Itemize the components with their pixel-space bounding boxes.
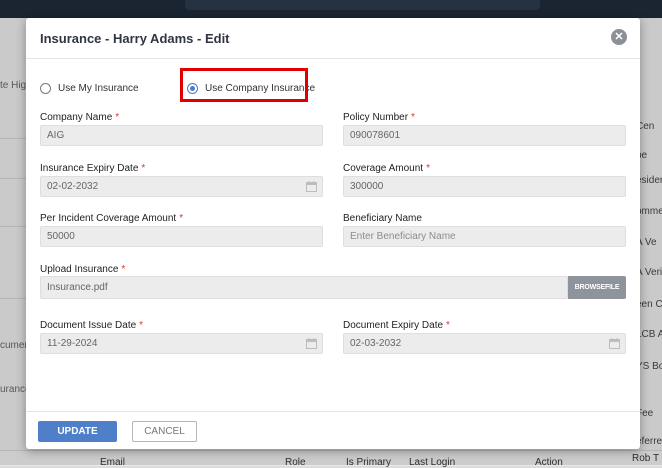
beneficiary-input[interactable]: Enter Beneficiary Name: [343, 226, 626, 247]
policy-number-label: Policy Number *: [343, 112, 415, 123]
radio-use-my-insurance[interactable]: Use My Insurance: [40, 80, 139, 96]
coverage-amount-label: Coverage Amount *: [343, 163, 430, 174]
radio-label: Use My Insurance: [58, 82, 139, 94]
per-incident-label: Per Incident Coverage Amount *: [40, 213, 183, 224]
label-text: Insurance Expiry Date: [40, 163, 139, 174]
upload-file-field[interactable]: Insurance.pdf: [40, 276, 568, 299]
per-incident-field[interactable]: 50000: [40, 226, 323, 247]
required-mark: *: [121, 264, 126, 275]
cancel-button[interactable]: CANCEL: [132, 421, 197, 442]
beneficiary-label: Beneficiary Name: [343, 213, 422, 224]
label-text: Company Name: [40, 112, 113, 123]
company-name-label: Company Name *: [40, 112, 119, 123]
calendar-icon[interactable]: [306, 338, 317, 349]
doc-expiry-date-field[interactable]: 02-03-2032: [343, 333, 626, 354]
insurance-expiry-label: Insurance Expiry Date *: [40, 163, 145, 174]
label-text: Document Expiry Date: [343, 320, 444, 331]
required-mark: *: [141, 163, 146, 174]
label-text: Per Incident Coverage Amount: [40, 213, 177, 224]
modal-footer: UPDATE CANCEL: [26, 411, 640, 450]
radio-circle[interactable]: [40, 82, 51, 94]
policy-number-field[interactable]: 090078601: [343, 125, 626, 146]
required-mark: *: [115, 112, 120, 123]
browse-file-button[interactable]: BROWSEFILE: [568, 276, 626, 299]
modal-title: Insurance - Harry Adams - Edit: [40, 31, 230, 46]
label-text: Coverage Amount: [343, 163, 424, 174]
required-mark: *: [139, 320, 144, 331]
upload-insurance-label: Upload Insurance *: [40, 264, 125, 275]
calendar-icon[interactable]: [306, 181, 317, 192]
coverage-amount-field[interactable]: 300000: [343, 176, 626, 197]
doc-expiry-label: Document Expiry Date *: [343, 320, 450, 331]
field-value: 02-02-2032: [47, 181, 99, 192]
update-button[interactable]: UPDATE: [38, 421, 117, 442]
insurance-edit-modal: Insurance - Harry Adams - Edit ✕ Use My …: [26, 18, 640, 449]
label-text: Document Issue Date: [40, 320, 137, 331]
annotation-highlight-box: [180, 68, 308, 102]
field-value: 02-03-2032: [350, 338, 402, 349]
required-mark: *: [426, 163, 430, 174]
required-mark: *: [411, 112, 415, 123]
insurance-expiry-field[interactable]: 02-02-2032: [40, 176, 323, 197]
modal-header: Insurance - Harry Adams - Edit ✕: [26, 18, 640, 59]
label-text: Upload Insurance: [40, 264, 119, 275]
close-icon[interactable]: ✕: [611, 29, 627, 45]
doc-issue-label: Document Issue Date *: [40, 320, 143, 331]
label-text: Policy Number: [343, 112, 409, 123]
label-text: Beneficiary Name: [343, 213, 422, 224]
company-name-field[interactable]: AIG: [40, 125, 323, 146]
required-mark: *: [446, 320, 450, 331]
field-value: 11-29-2024: [47, 338, 98, 349]
required-mark: *: [179, 213, 184, 224]
doc-issue-date-field[interactable]: 11-29-2024: [40, 333, 323, 354]
calendar-icon[interactable]: [609, 338, 620, 349]
